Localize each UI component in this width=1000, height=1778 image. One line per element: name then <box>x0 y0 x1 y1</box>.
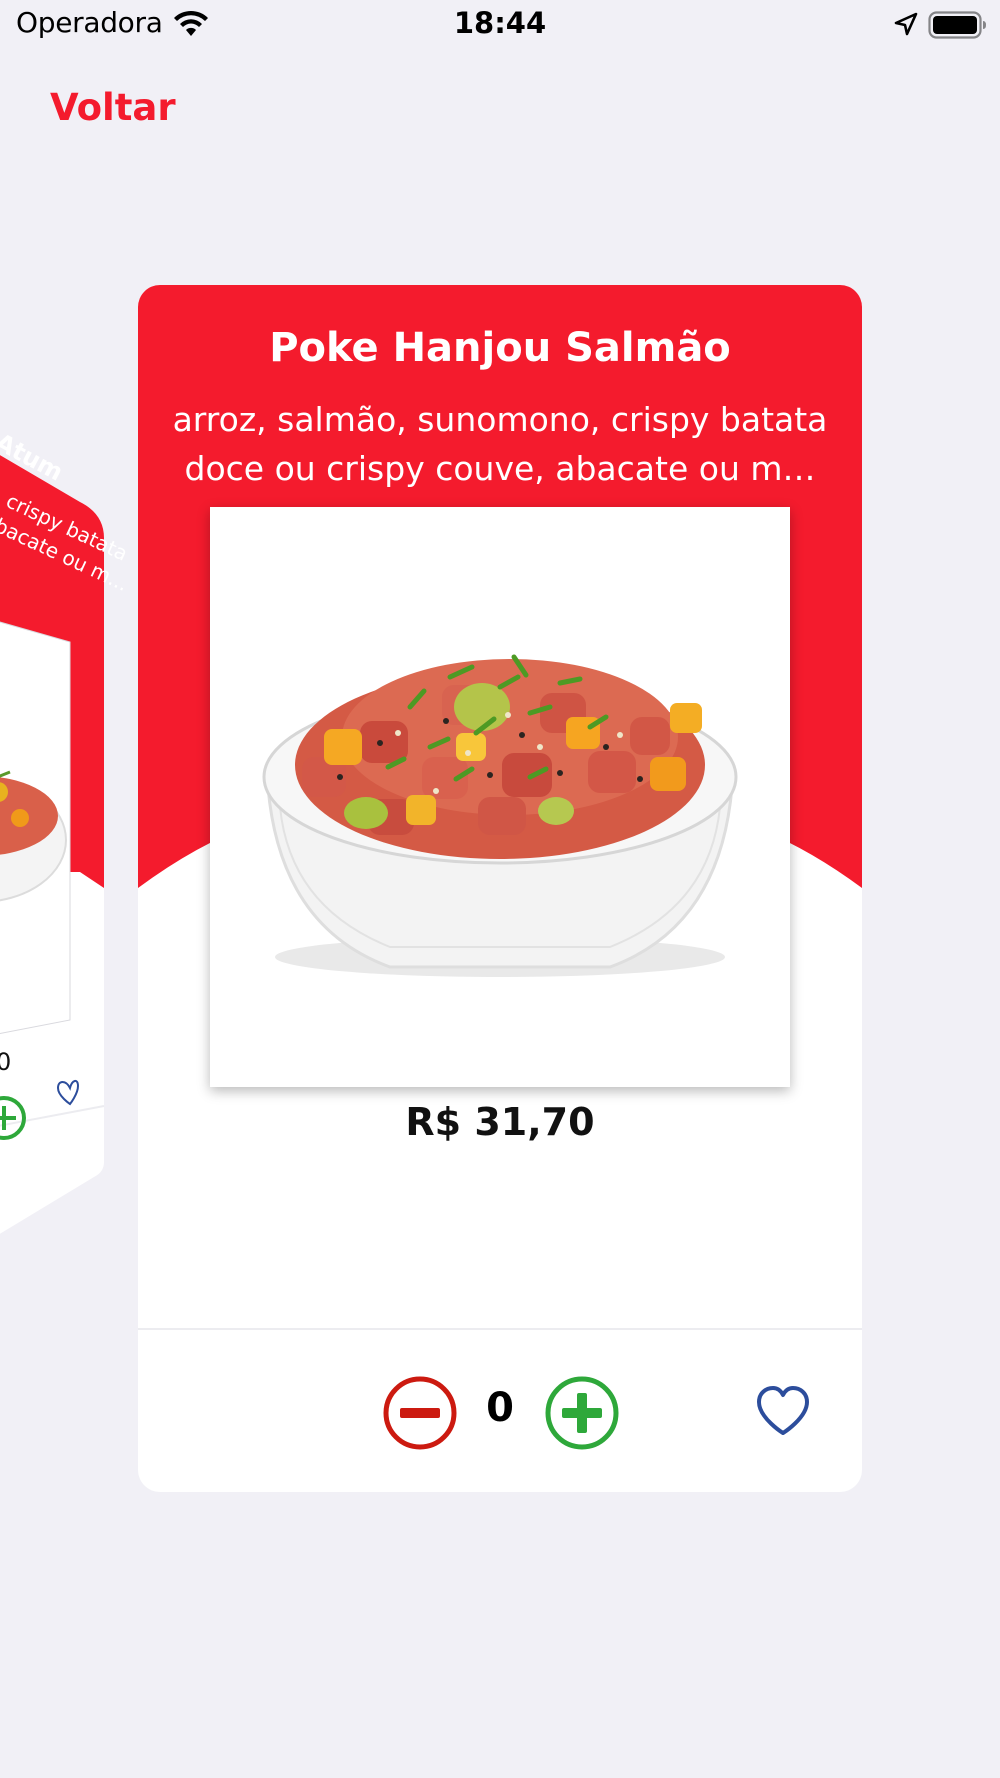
product-detail-screen: Operadora 18:44 Voltar Atum o, crispy ba… <box>0 0 1000 1778</box>
status-bar: Operadora 18:44 <box>0 0 1000 50</box>
increase-quantity-button[interactable] <box>544 1375 620 1451</box>
side-product-card[interactable]: Atum o, crispy batata abacate ou m... 0 <box>0 420 132 1350</box>
favorite-heart-icon[interactable] <box>754 1383 812 1441</box>
product-description: arroz, salmão, sunomono, crispy batata d… <box>172 400 828 488</box>
product-price: R$ 31,70 <box>405 1100 595 1144</box>
clock: 18:44 <box>453 6 547 40</box>
card-footer-divider <box>138 1328 862 1330</box>
side-card-price: 0 <box>0 1048 12 1076</box>
product-image <box>210 507 790 1087</box>
location-arrow-icon <box>894 12 918 36</box>
poke-bowl-image <box>262 654 738 977</box>
back-button[interactable]: Voltar <box>50 86 176 129</box>
battery-icon <box>928 11 986 39</box>
quantity-value: 0 <box>486 1385 514 1431</box>
product-name: Poke Hanjou Salmão <box>269 325 731 371</box>
decrease-quantity-button[interactable] <box>382 1375 458 1451</box>
product-card: Poke Hanjou Salmão arroz, salmão, sunomo… <box>138 285 862 1492</box>
